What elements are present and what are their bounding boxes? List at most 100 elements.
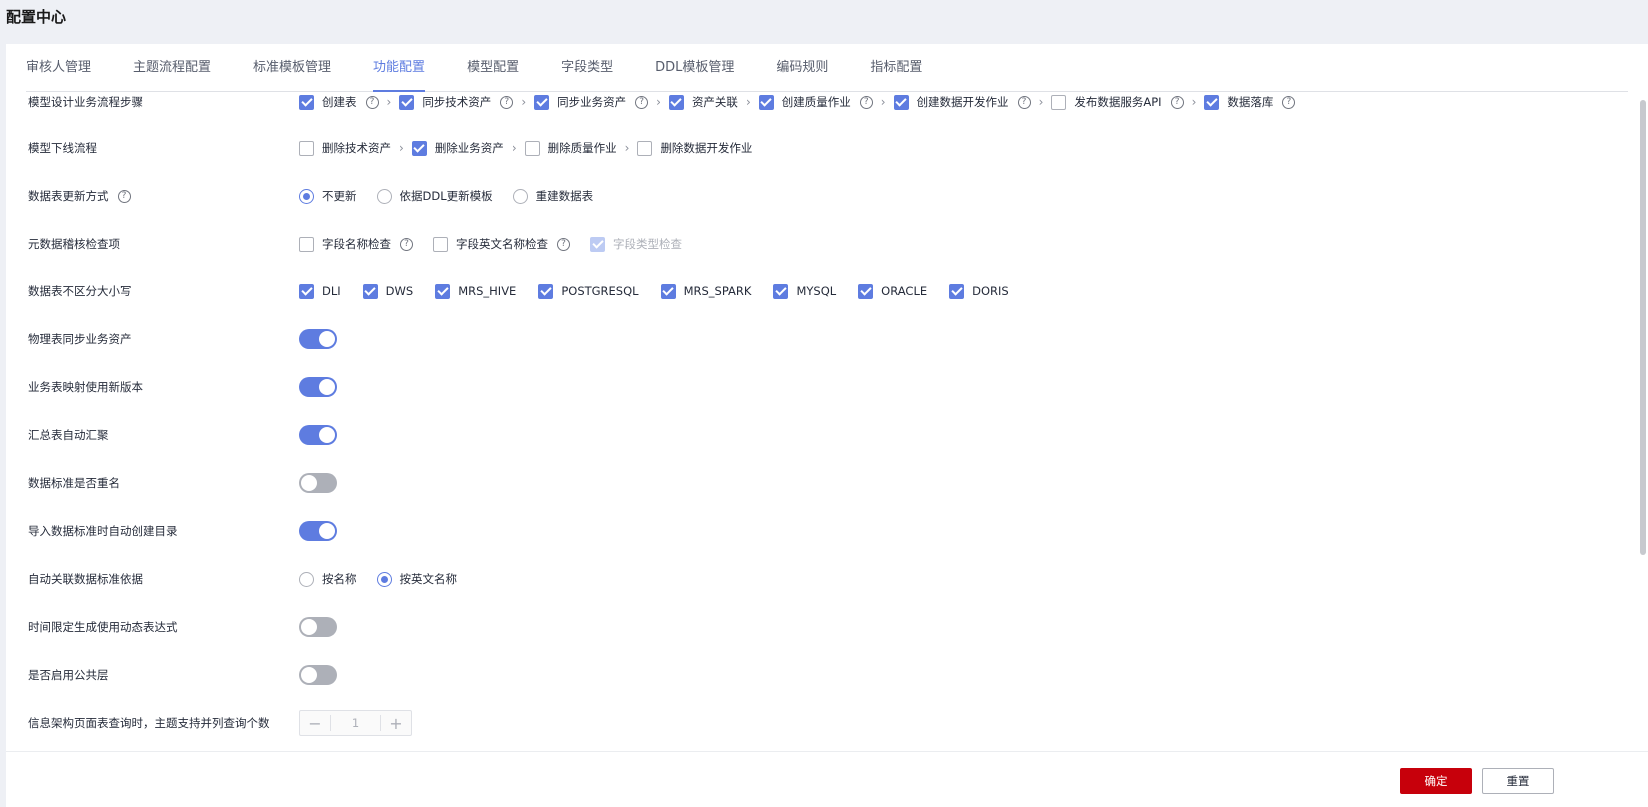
question-circle-icon[interactable]: ? [557, 237, 570, 251]
row-table-update-mode: 数据表更新方式 ? 不更新 依据DDL更新模板 重建数据表 [6, 181, 1634, 211]
audit-field-name[interactable]: 字段名称检查 ? [299, 236, 413, 252]
minus-icon[interactable]: − [300, 711, 330, 735]
tab-field-type[interactable]: 字段类型 [561, 44, 613, 92]
step-create-dev-job[interactable]: 创建数据开发作业 ? [893, 94, 1031, 110]
checkbox[interactable] [538, 283, 554, 299]
setting-label: 数据表不区分大小写 [28, 284, 132, 298]
toggle-switch[interactable] [299, 473, 337, 493]
checkbox[interactable] [399, 94, 415, 110]
checkbox[interactable] [660, 283, 676, 299]
tab-standard-template[interactable]: 标准模板管理 [253, 44, 331, 92]
tab-ddl-template[interactable]: DDL模板管理 [655, 44, 734, 92]
checkbox[interactable] [299, 236, 314, 252]
tab-function-config[interactable]: 功能配置 [373, 44, 426, 92]
radio-ddl-update[interactable]: 依据DDL更新模板 [376, 188, 493, 204]
question-circle-icon[interactable]: ? [1017, 95, 1031, 109]
question-circle-icon[interactable]: ? [859, 95, 873, 109]
radio-by-name[interactable]: 按名称 [299, 571, 357, 587]
offline-delete-tech-asset[interactable]: 删除技术资产 [299, 140, 391, 156]
confirm-button[interactable]: 确定 [1400, 768, 1472, 794]
step-publish-api[interactable]: 发布数据服务API ? [1051, 94, 1184, 110]
checkbox[interactable] [299, 283, 314, 299]
checkbox[interactable] [524, 140, 540, 156]
audit-field-english-name[interactable]: 字段英文名称检查 ? [433, 236, 570, 252]
toggle-switch[interactable] [299, 377, 337, 397]
toggle-switch[interactable] [299, 665, 337, 685]
chevron-right-icon: › [745, 95, 751, 109]
chevron-right-icon: › [1038, 95, 1044, 109]
db-dws[interactable]: DWS [362, 283, 413, 299]
question-circle-icon[interactable]: ? [1170, 95, 1184, 109]
checkbox[interactable] [758, 94, 774, 110]
checkbox[interactable] [773, 283, 789, 299]
checkbox[interactable] [433, 236, 448, 252]
checkbox[interactable] [1204, 94, 1220, 110]
chevron-right-icon: › [511, 141, 517, 155]
step-data-landing[interactable]: 数据落库 ? [1204, 94, 1296, 110]
chevron-right-icon: › [521, 95, 527, 109]
chevron-right-icon: › [399, 141, 404, 155]
radio-button[interactable] [376, 188, 392, 204]
radio-no-update[interactable]: 不更新 [299, 188, 357, 204]
checkbox[interactable] [893, 94, 909, 110]
page-title: 配置中心 [6, 8, 67, 26]
checkbox[interactable] [637, 140, 653, 156]
offline-delete-quality-job[interactable]: 删除质量作业 [524, 140, 617, 156]
tab-reviewer-management[interactable]: 审核人管理 [26, 44, 91, 92]
setting-label: 汇总表自动汇聚 [28, 428, 109, 442]
question-circle-icon[interactable]: ? [500, 95, 514, 109]
db-postgresql[interactable]: POSTGRESQL [538, 283, 639, 299]
checkbox[interactable] [435, 283, 451, 299]
tab-theme-flow-config[interactable]: 主题流程配置 [133, 44, 211, 92]
checkbox[interactable] [411, 140, 427, 156]
db-oracle[interactable]: ORACLE [858, 283, 927, 299]
db-mrs-spark[interactable]: MRS_SPARK [660, 283, 751, 299]
db-mrs-hive[interactable]: MRS_HIVE [435, 283, 516, 299]
radio-button[interactable] [299, 188, 314, 204]
setting-label: 模型设计业务流程步骤 [28, 95, 143, 109]
offline-delete-dev-job[interactable]: 删除数据开发作业 [637, 140, 752, 156]
radio-button[interactable] [376, 571, 392, 587]
stepper-value[interactable]: 1 [331, 716, 380, 730]
footer-bar: 确定 重置 [6, 751, 1648, 807]
checkbox[interactable] [534, 94, 550, 110]
step-create-quality-job[interactable]: 创建质量作业 ? [758, 94, 873, 110]
checkbox[interactable] [668, 94, 684, 110]
checkbox[interactable] [949, 283, 965, 299]
tab-encoding-rule[interactable]: 编码规则 [776, 44, 828, 92]
checkbox[interactable] [858, 283, 874, 299]
setting-label: 数据标准是否重名 [28, 476, 120, 490]
question-circle-icon[interactable]: ? [1282, 95, 1296, 109]
toggle-switch[interactable] [299, 425, 337, 445]
radio-rebuild-table[interactable]: 重建数据表 [512, 188, 593, 204]
offline-delete-business-asset[interactable]: 删除业务资产 [411, 140, 504, 156]
checkbox[interactable] [1051, 94, 1067, 110]
question-circle-icon[interactable]: ? [400, 237, 413, 251]
question-circle-icon[interactable]: ? [365, 95, 379, 109]
plus-icon[interactable]: + [381, 711, 411, 735]
toggle-switch[interactable] [299, 617, 337, 637]
step-sync-business-asset[interactable]: 同步业务资产 ? [534, 94, 649, 110]
db-dli[interactable]: DLI [299, 283, 341, 299]
quantity-stepper: − 1 + [299, 710, 412, 736]
toggle-switch[interactable] [299, 521, 337, 541]
reset-button[interactable]: 重置 [1482, 768, 1554, 794]
step-create-table[interactable]: 创建表 ? [299, 94, 379, 110]
tab-model-config[interactable]: 模型配置 [467, 44, 519, 92]
toggle-switch[interactable] [299, 329, 337, 349]
setting-label: 物理表同步业务资产 [28, 332, 132, 346]
tab-metric-config[interactable]: 指标配置 [870, 44, 922, 92]
radio-button[interactable] [299, 571, 314, 587]
step-sync-tech-asset[interactable]: 同步技术资产 ? [399, 94, 514, 110]
step-asset-link[interactable]: 资产关联 [668, 94, 738, 110]
radio-button[interactable] [512, 188, 528, 204]
question-circle-icon[interactable]: ? [117, 189, 131, 203]
db-mysql[interactable]: MYSQL [773, 283, 836, 299]
db-doris[interactable]: DORIS [949, 283, 1009, 299]
checkbox[interactable] [362, 283, 378, 299]
radio-by-english-name[interactable]: 按英文名称 [376, 571, 457, 587]
question-circle-icon[interactable]: ? [635, 95, 649, 109]
checkbox[interactable] [299, 94, 314, 110]
checkbox[interactable] [299, 140, 314, 156]
vertical-scrollbar[interactable] [1640, 100, 1646, 555]
